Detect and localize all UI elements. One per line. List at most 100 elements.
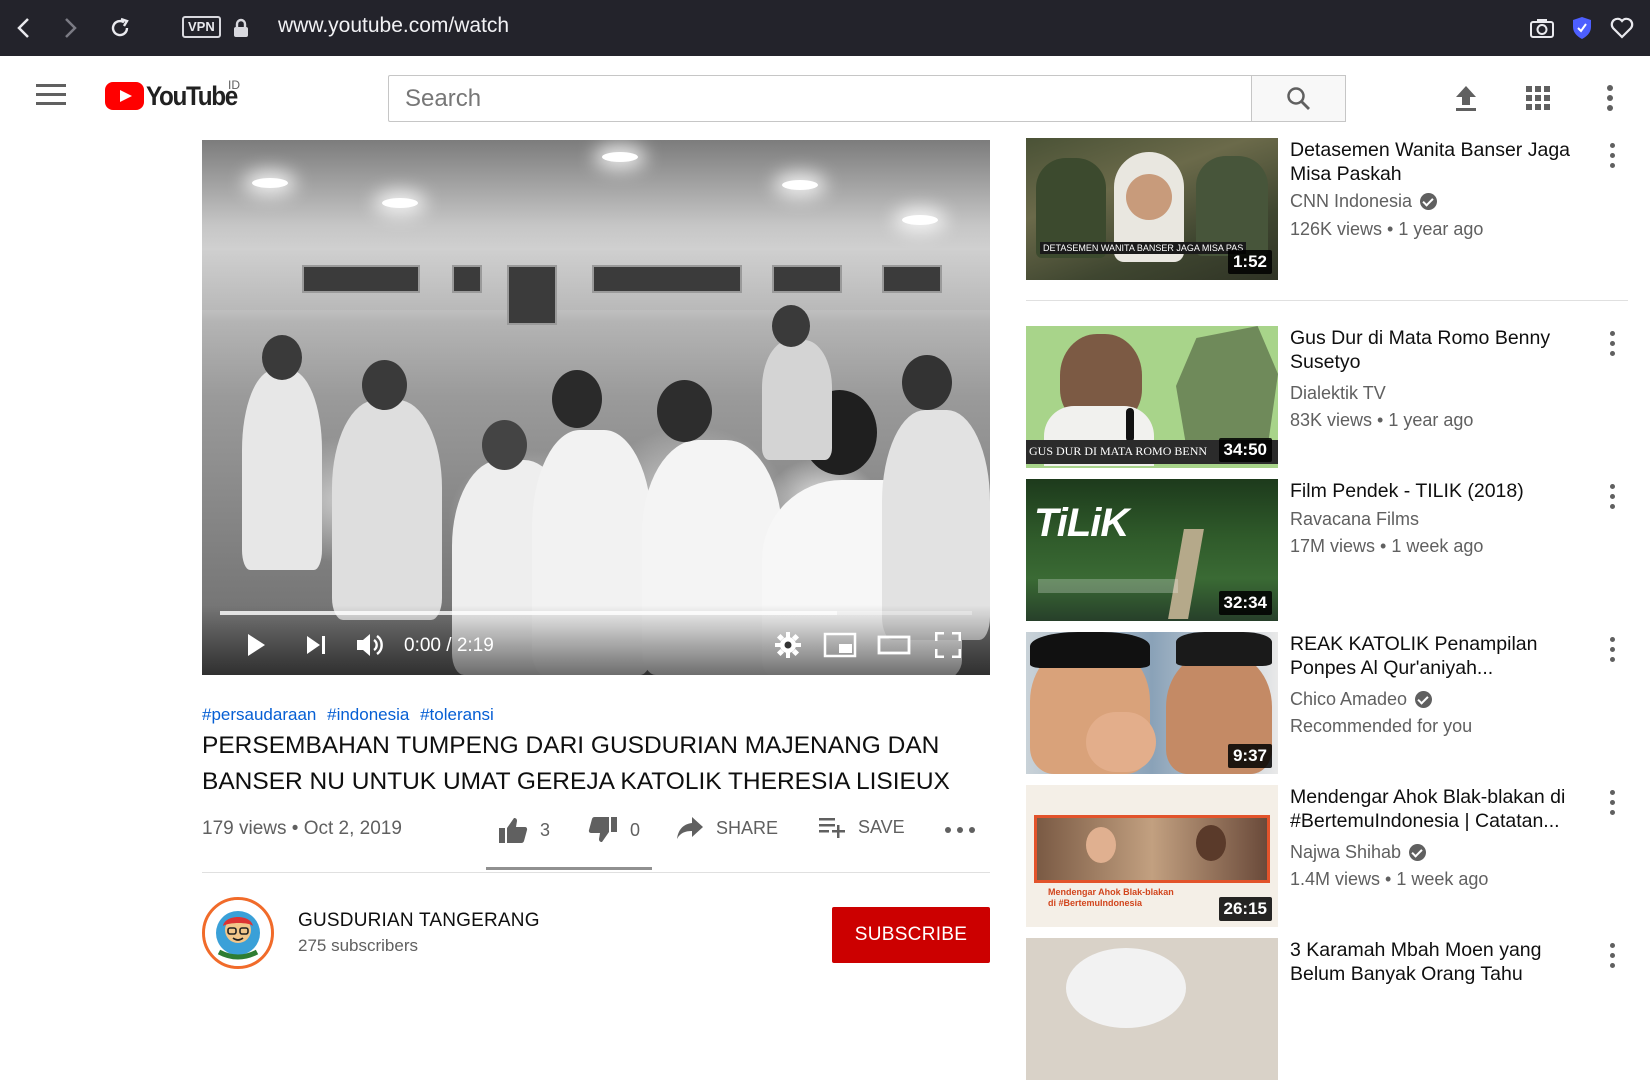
more-vert-icon[interactable] <box>1604 940 1620 970</box>
logo-text: YouTube <box>146 80 238 111</box>
verified-icon <box>1420 193 1438 210</box>
thumbnail-caption: DETASEMEN WANITA BANSER JAGA MISA PAS <box>1040 242 1247 254</box>
fullscreen-icon[interactable] <box>928 627 968 663</box>
shield-icon[interactable] <box>1566 12 1598 44</box>
video-title: PERSEMBAHAN TUMPENG DARI GUSDURIAN MAJEN… <box>202 732 950 795</box>
volume-icon[interactable] <box>350 627 390 663</box>
recommended-channel[interactable]: Dialektik TV <box>1290 383 1386 404</box>
forward-icon[interactable] <box>54 12 86 44</box>
video-duration: 34:50 <box>1218 438 1272 462</box>
recommended-meta: 126K views • 1 year ago <box>1290 219 1484 239</box>
recommended-channel[interactable]: Najwa Shihab <box>1290 842 1427 863</box>
video-thumbnail[interactable]: 9:37 <box>1026 632 1278 774</box>
menu-icon[interactable] <box>36 84 66 108</box>
recommended-title[interactable]: Detasemen Wanita Banser Jaga Misa Paskah <box>1290 138 1590 186</box>
channel-label: Ravacana Films <box>1290 509 1420 529</box>
save-button[interactable]: SAVE <box>818 816 905 838</box>
recommended-title[interactable]: Film Pendek - TILIK (2018) <box>1290 479 1590 503</box>
video-thumbnail[interactable]: TiLiK 32:34 <box>1026 479 1278 621</box>
subscriber-count: 275 subscribers <box>298 936 419 955</box>
recommended-channel[interactable]: CNN Indonesia <box>1290 191 1438 212</box>
more-vert-icon[interactable] <box>1604 634 1620 664</box>
address-bar[interactable]: www.youtube.com/watch <box>278 14 509 38</box>
recommended-channel[interactable]: Ravacana Films <box>1290 509 1419 530</box>
more-vert-icon[interactable] <box>1604 328 1620 358</box>
recommended-title[interactable]: 3 Karamah Mbah Moen yang Belum Banyak Or… <box>1290 938 1590 986</box>
video-player[interactable]: 0:00 / 2:19 <box>202 140 990 675</box>
video-duration: 9:37 <box>1227 744 1272 768</box>
recommended-meta: 17M views • 1 week ago <box>1290 536 1484 556</box>
next-icon[interactable] <box>298 627 334 663</box>
channel-label: Dialektik TV <box>1290 383 1386 403</box>
player-time: 0:00 / 2:19 <box>404 635 494 656</box>
recommended-meta: 1.4M views • 1 week ago <box>1290 869 1489 889</box>
channel-label: Chico Amadeo <box>1290 689 1408 709</box>
youtube-header: YouTube ID <box>0 56 1650 140</box>
like-count: 3 <box>540 819 551 840</box>
dislike-button[interactable]: 0 <box>588 816 640 844</box>
divider <box>202 872 990 873</box>
youtube-play-icon <box>105 82 144 110</box>
share-icon <box>677 817 703 839</box>
video-frame <box>202 140 990 675</box>
thumbs-up-icon <box>499 818 528 843</box>
channel-label: Najwa Shihab <box>1290 842 1402 862</box>
miniplayer-icon[interactable] <box>820 627 860 663</box>
thumbs-down-icon <box>588 817 617 842</box>
reload-icon[interactable] <box>104 12 136 44</box>
recommended-video[interactable]: DETASEMEN WANITA BANSER JAGA MISA PAS 1:… <box>1026 138 1626 280</box>
channel-label: CNN Indonesia <box>1290 191 1413 211</box>
save-label: SAVE <box>858 816 905 837</box>
recommended-video[interactable]: 9:37 REAK KATOLIK Penampilan Ponpes Al Q… <box>1026 632 1626 774</box>
progress-bar[interactable] <box>220 611 972 615</box>
recommended-video[interactable]: Mendengar Ahok Blak-blakan di #BertemuIn… <box>1026 785 1626 927</box>
recommended-channel[interactable]: Chico Amadeo <box>1290 689 1433 710</box>
video-thumbnail[interactable]: Mendengar Ahok Blak-blakan di #BertemuIn… <box>1026 785 1278 927</box>
video-thumbnail[interactable] <box>1026 938 1278 1080</box>
channel-avatar[interactable] <box>202 897 274 969</box>
video-duration: 32:34 <box>1218 591 1272 615</box>
recommended-video[interactable]: TiLiK 32:34 Film Pendek - TILIK (2018) R… <box>1026 479 1626 621</box>
country-code: ID <box>228 78 240 92</box>
play-icon[interactable] <box>238 627 274 663</box>
back-icon[interactable] <box>8 12 40 44</box>
more-actions-icon[interactable] <box>944 826 976 834</box>
more-vert-icon[interactable] <box>1604 787 1620 817</box>
youtube-logo[interactable]: YouTube <box>105 81 247 111</box>
hashtag-link[interactable]: #indonesia <box>327 705 409 724</box>
apps-grid-icon[interactable] <box>1520 80 1556 116</box>
recommended-video[interactable]: GUS DUR DI MATA ROMO BENN 34:50 Gus Dur … <box>1026 326 1626 468</box>
channel-name[interactable]: GUSDURIAN TANGERANG <box>298 910 540 932</box>
playlist-add-icon <box>819 818 845 838</box>
more-options-icon[interactable] <box>1592 80 1628 116</box>
settings-gear-icon[interactable] <box>770 627 806 663</box>
heart-icon[interactable] <box>1606 12 1638 44</box>
dislike-count: 0 <box>630 819 641 840</box>
share-label: SHARE <box>716 817 779 838</box>
more-vert-icon[interactable] <box>1604 481 1620 511</box>
search-icon <box>1286 86 1310 110</box>
recommended-video[interactable]: 3 Karamah Mbah Moen yang Belum Banyak Or… <box>1026 938 1626 1080</box>
recommended-title[interactable]: Gus Dur di Mata Romo Benny Susetyo <box>1290 326 1590 374</box>
video-duration: 26:15 <box>1218 897 1272 921</box>
more-vert-icon[interactable] <box>1604 140 1620 170</box>
lock-icon[interactable] <box>225 12 257 44</box>
vpn-badge[interactable]: VPN <box>182 16 221 38</box>
share-button[interactable]: SHARE <box>676 816 778 840</box>
verified-icon <box>1415 691 1433 708</box>
video-thumbnail[interactable]: GUS DUR DI MATA ROMO BENN 34:50 <box>1026 326 1278 468</box>
recommended-title[interactable]: REAK KATOLIK Penampilan Ponpes Al Qur'an… <box>1290 632 1590 680</box>
subscribe-button[interactable]: SUBSCRIBE <box>832 907 990 963</box>
hashtag-link[interactable]: #persaudaraan <box>202 705 316 724</box>
camera-icon[interactable] <box>1526 12 1558 44</box>
like-button[interactable]: 3 <box>498 816 550 844</box>
search-button[interactable] <box>1251 75 1346 122</box>
verified-icon <box>1409 844 1427 861</box>
upload-icon[interactable] <box>1448 80 1484 116</box>
video-thumbnail[interactable]: DETASEMEN WANITA BANSER JAGA MISA PAS 1:… <box>1026 138 1278 280</box>
theater-mode-icon[interactable] <box>874 627 914 663</box>
recommended-title[interactable]: Mendengar Ahok Blak-blakan di #BertemuIn… <box>1290 785 1590 833</box>
search-input[interactable] <box>388 75 1252 122</box>
recommended-meta: Recommended for you <box>1290 716 1473 736</box>
hashtag-link[interactable]: #toleransi <box>420 705 494 724</box>
